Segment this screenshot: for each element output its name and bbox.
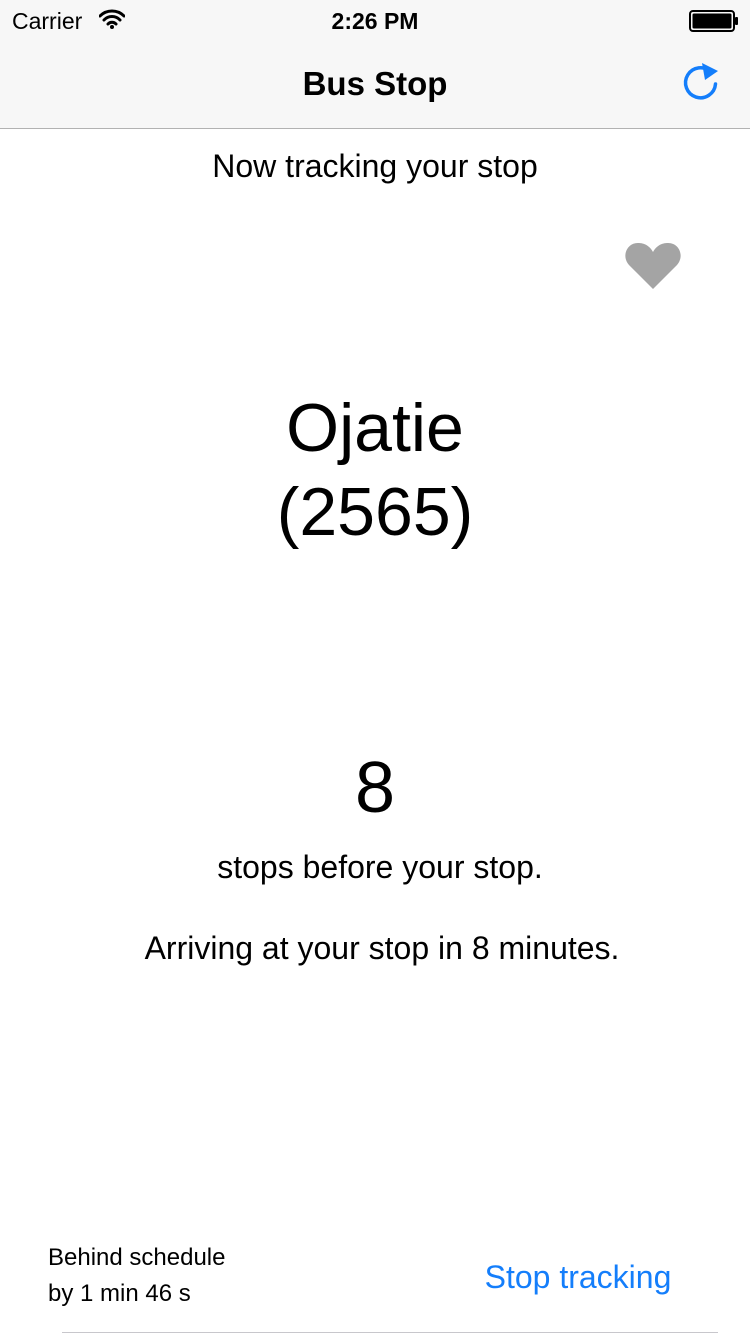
battery-full-icon: [689, 10, 739, 32]
tracking-status-label: Now tracking your stop: [212, 148, 538, 184]
schedule-status-line1: Behind schedule: [48, 1244, 226, 1271]
stop-code: (2565): [276, 474, 474, 550]
favorite-button[interactable]: [622, 238, 684, 294]
navigation-bar: Bus Stop: [0, 40, 750, 129]
heart-icon: [625, 242, 681, 289]
schedule-status: Behind schedule by 1 min 46 s: [48, 1240, 348, 1312]
status-time: 2:26 PM: [331, 8, 419, 34]
divider: [62, 1332, 718, 1333]
page-title: Bus Stop: [302, 65, 448, 102]
stop-name: Ojatie: [286, 390, 464, 466]
refresh-icon: [683, 63, 718, 100]
arrival-estimate-label: Arriving at your stop in 8 minutes.: [144, 930, 620, 966]
screen: Carrier 2:26 PM Bus Stop Now tracking yo…: [0, 0, 750, 1334]
stop-tracking-button[interactable]: Stop tracking: [460, 1254, 696, 1300]
schedule-status-line2: by 1 min 46 s: [48, 1280, 191, 1307]
stops-remaining-caption: stops before your stop.: [217, 849, 543, 885]
status-bar: Carrier 2:26 PM: [0, 0, 750, 40]
refresh-button[interactable]: [670, 58, 730, 110]
stops-remaining-count: 8: [354, 748, 396, 828]
